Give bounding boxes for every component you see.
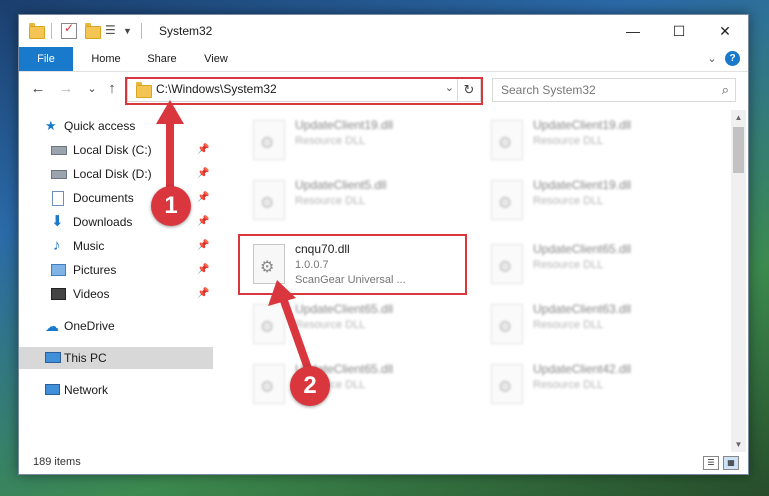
arrow-1 <box>156 100 184 200</box>
arrow-2 <box>268 280 314 376</box>
callout-2: 2 <box>290 366 330 406</box>
callout-1: 1 <box>151 186 191 226</box>
annotation-arrows <box>156 100 314 376</box>
